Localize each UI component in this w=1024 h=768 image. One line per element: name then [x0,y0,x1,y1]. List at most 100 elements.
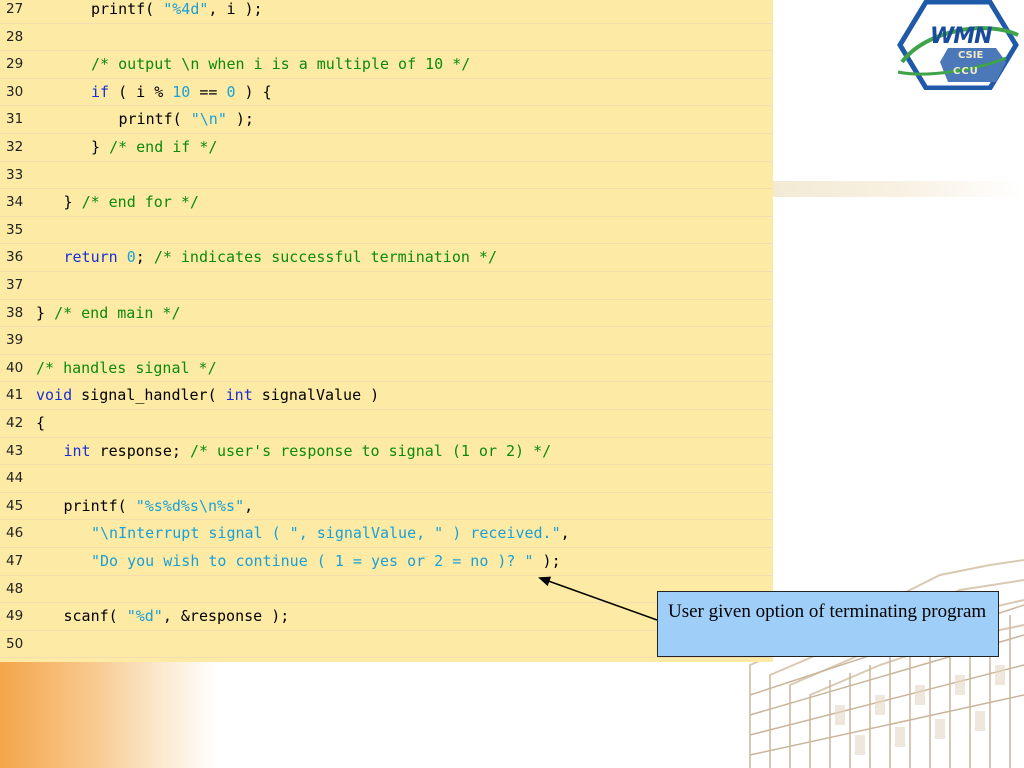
line-number: 40 [6,359,24,376]
code-line: 31 printf( "\n" ); [0,106,773,134]
code-line: 32 } /* end if */ [0,134,773,162]
slide: 27 printf( "%4d", i ); 28 29 /* output \n wh… [0,0,1024,768]
line-number: 43 [6,442,24,459]
code-text: } /* end if */ [91,134,217,161]
code-token: int [63,441,91,460]
code-token: printf( [63,496,136,515]
code-line: 29 /* output \n when i is a multiple of 1… [0,51,773,79]
line-number: 45 [6,497,24,514]
code-token: /* handles signal */ [36,358,217,377]
code-token: scanf( [63,607,127,626]
code-text: int response; /* user's response to sign… [64,438,552,465]
line-number: 48 [6,580,24,597]
code-line: 42 { [0,410,773,438]
code-token: ); [533,552,561,570]
line-number: 35 [6,221,24,238]
code-token: response; [90,441,190,460]
line-number: 49 [6,608,24,625]
code-text: scanf( "%d", &response ); [64,603,290,630]
code-token: 10 [172,82,191,101]
code-token: /* end for */ [81,193,199,212]
line-number: 34 [6,194,24,211]
code-token: ) { [235,82,272,101]
code-line: 28 [0,24,773,52]
logo-subtitle-2: CCU [953,66,979,77]
code-token: } [63,193,82,212]
code-token: printf( [91,0,164,18]
code-token: "%4d" [163,0,209,18]
code-line: 34} /* end for */ [0,189,773,217]
line-number: 46 [6,525,24,542]
code-text: return 0; /* indicates successful termin… [64,244,497,271]
code-token: "%d" [126,607,163,626]
code-token: ); [226,110,254,129]
code-token: /* user's response to signal (1 or 2) */ [189,441,552,460]
code-text: } /* end for */ [64,189,199,216]
code-line: 47 "Do you wish to continue ( 1 = yes or … [0,548,773,576]
code-token: ( i % [109,82,173,101]
code-token: /* indicates successful termination */ [153,248,497,267]
code-line: 39 [0,327,773,355]
code-text: void signal_handler( int signalValue ) [36,382,379,409]
code-token: /* output \n when i is a multiple of 10 … [91,55,471,74]
code-token: ; [135,248,154,267]
line-number: 39 [6,332,24,349]
code-token: == [190,82,227,101]
code-line: 46 "\nInterrupt signal ( ", signalValue, … [0,520,773,548]
code-text: /* handles signal */ [36,355,217,382]
code-text: printf( "%4d", i ); [91,0,263,23]
code-token: printf( [118,110,191,129]
decorative-band-right [773,181,1024,197]
code-token: 0 [126,248,136,267]
line-number: 31 [6,111,24,128]
code-text: } /* end main */ [36,300,181,327]
code-token: "%s%d%s\n%s" [135,496,245,515]
line-number: 33 [6,166,24,183]
code-text: "\nInterrupt signal ( ", signalValue, " … [91,520,570,547]
code-line: 36 return 0; /* indicates successful term… [0,244,773,272]
code-text: { [36,410,45,437]
decorative-band-bottom [0,662,773,768]
code-token: return [63,248,118,267]
code-token: } [36,303,55,322]
code-token: void [36,386,73,405]
code-token: 0 [226,82,236,101]
code-token: { [36,414,46,432]
code-listing: 27 printf( "%4d", i ); 28 29 /* output \n wh… [0,0,773,662]
callout-box: User given option of terminating program [657,591,999,657]
line-number: 50 [6,635,24,652]
code-token: , [244,496,254,515]
line-number: 41 [6,387,24,404]
code-line: 35 [0,217,773,245]
logo-title: WMN [930,24,993,49]
code-text: /* output \n when i is a multiple of 10 … [91,51,470,78]
code-token: , [560,524,570,543]
callout-text: User given option of terminating program [668,601,987,622]
code-token: "\nInterrupt signal ( ", signalValue, " … [91,524,561,543]
code-token: signal_handler( [72,386,226,405]
code-line: 43 int response; /* user's response to si… [0,438,773,466]
code-line: 33 [0,162,773,190]
line-number: 28 [6,28,24,45]
line-number: 32 [6,139,24,155]
logo-subtitle-1: CSIE [958,50,984,61]
code-line: 45 printf( "%s%d%s\n%s", [0,493,773,521]
line-number: 36 [6,249,24,266]
code-text: if ( i % 10 == 0 ) { [91,79,272,106]
code-line: 44 [0,465,773,493]
code-line: 41 void signal_handler( int signalValue ) [0,382,773,410]
line-number: 47 [6,553,24,569]
code-text: printf( "%s%d%s\n%s", [64,493,254,520]
code-line: 30 if ( i % 10 == 0 ) { [0,79,773,107]
line-number: 42 [6,415,24,431]
line-number: 30 [6,83,24,100]
code-text: printf( "\n" ); [119,106,254,133]
line-number: 38 [6,304,24,321]
code-token: if [91,82,110,101]
code-token: "Do you wish to continue ( 1 = yes or 2 … [91,552,534,570]
code-token: /* end if */ [109,138,218,156]
line-number: 44 [6,470,24,487]
code-token: , &response ); [162,607,290,626]
code-line: 27 printf( "%4d", i ); [0,0,773,24]
